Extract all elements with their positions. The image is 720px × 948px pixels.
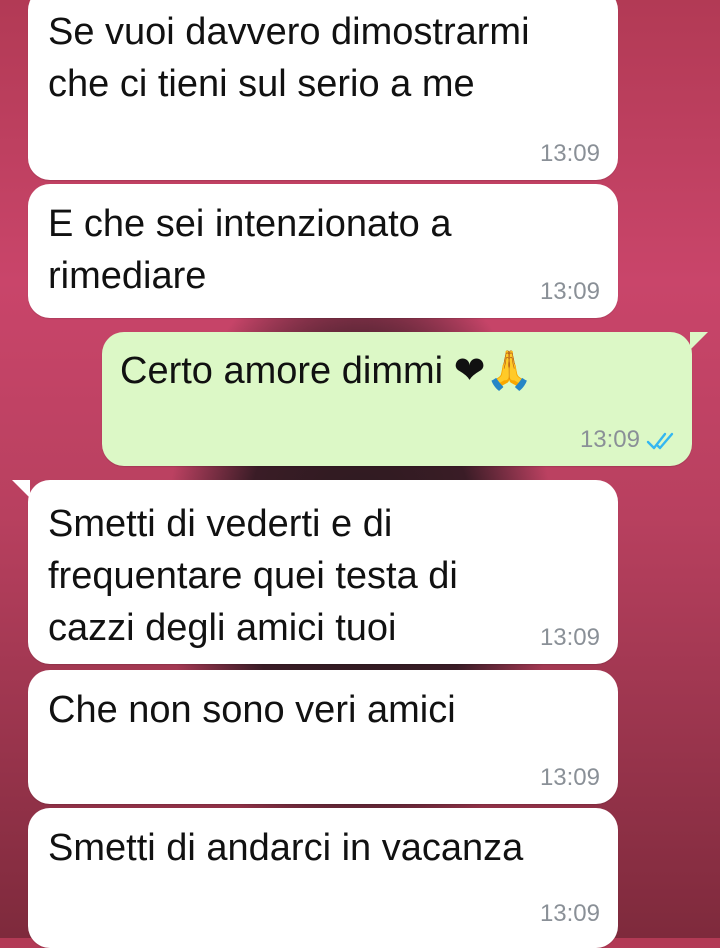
bubble-tail [690, 332, 708, 350]
message-time: 13:09 [539, 140, 600, 167]
heart-and-folded-hands-emoji: ❤🙏 [453, 348, 533, 392]
message-time: 13:09 [539, 900, 600, 927]
message-time: 13:09 [539, 278, 600, 305]
read-double-check-icon [646, 432, 674, 450]
message-time: 13:09 [539, 764, 600, 791]
message-text: Certo amore dimmi [120, 350, 444, 392]
message-text: Se vuoi davvero dimostrarmi che ci tieni… [48, 11, 530, 105]
message-time: 13:09 [539, 624, 600, 651]
message-bubble-incoming[interactable]: Smetti di vederti e di frequentare quei … [28, 480, 618, 664]
message-text-row: Certo amore dimmi ❤🙏 [120, 344, 670, 397]
chat-conversation: Se vuoi davvero dimostrarmi che ci tieni… [0, 0, 720, 948]
message-text: Smetti di andarci in vacanza [48, 827, 524, 869]
message-bubble-incoming[interactable]: E che sei intenzionato a rimediare 13:09 [28, 184, 618, 318]
message-text: Smetti di vederti e di frequentare quei … [48, 503, 458, 649]
message-time: 13:09 [579, 426, 640, 453]
message-bubble-outgoing[interactable]: Certo amore dimmi ❤🙏 13:09 [102, 332, 692, 466]
message-bubble-incoming[interactable]: Che non sono veri amici 13:09 [28, 670, 618, 804]
message-bubble-incoming[interactable]: Smetti di andarci in vacanza 13:09 [28, 808, 618, 948]
bubble-tail [12, 480, 30, 498]
message-bubble-incoming[interactable]: Se vuoi davvero dimostrarmi che ci tieni… [28, 0, 618, 180]
message-text: Che non sono veri amici [48, 689, 456, 731]
message-text: E che sei intenzionato a rimediare [48, 203, 452, 297]
